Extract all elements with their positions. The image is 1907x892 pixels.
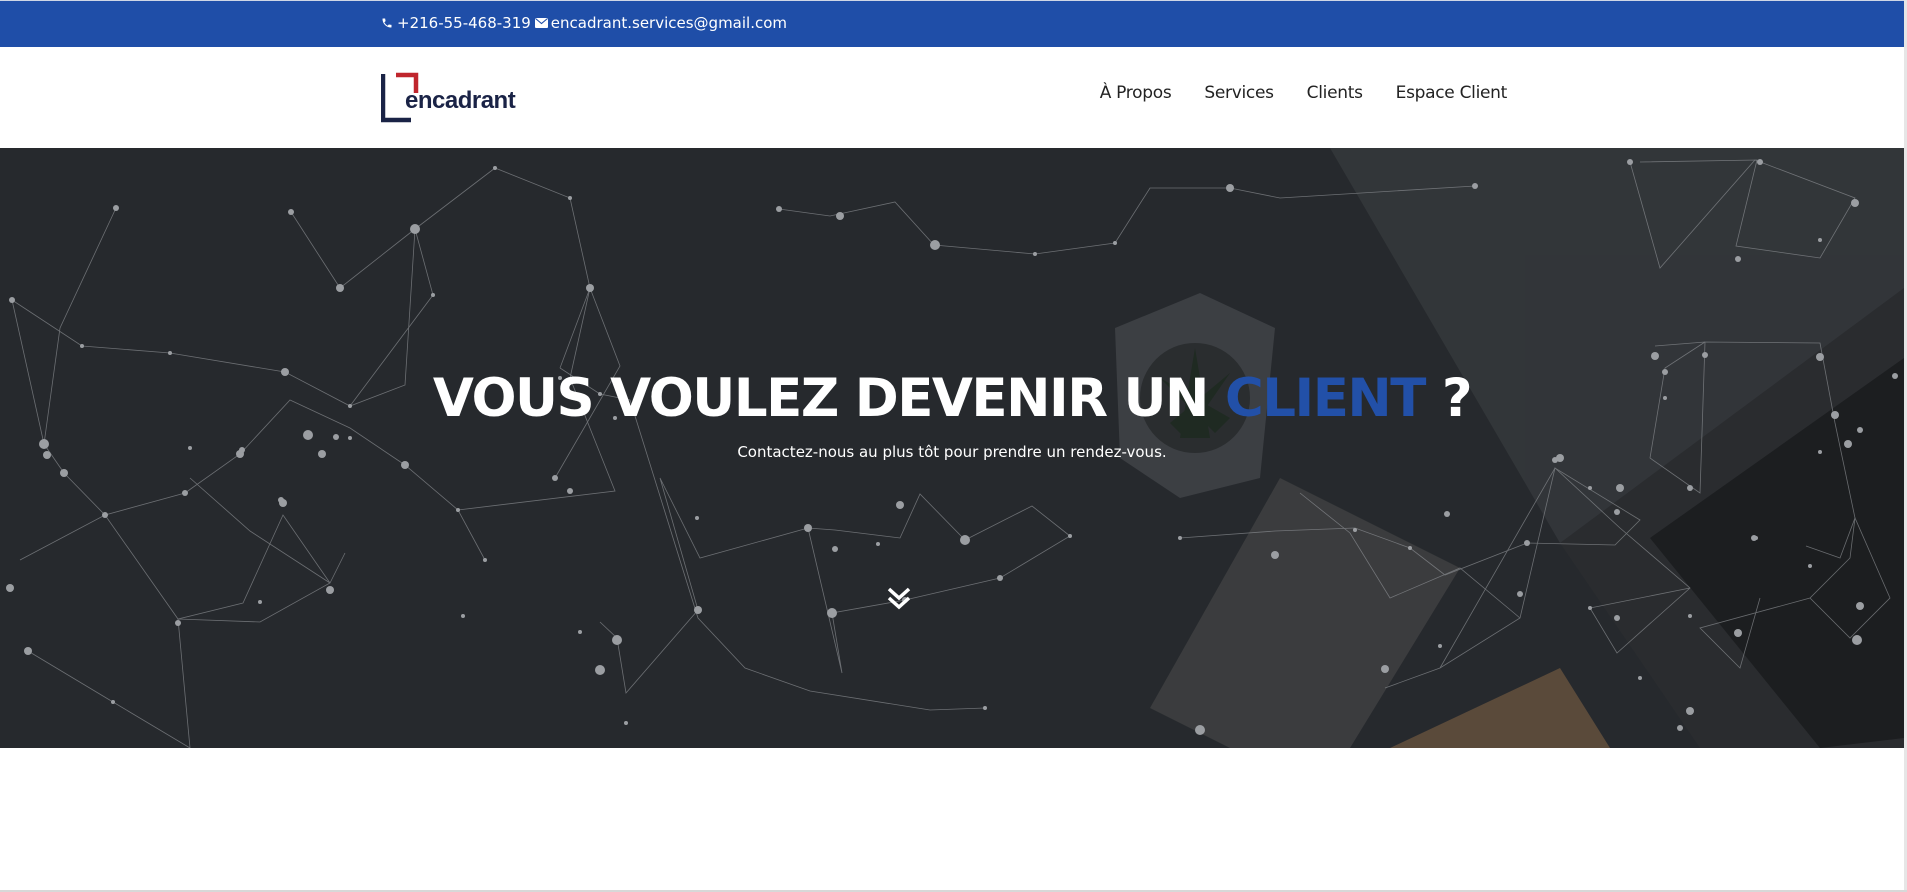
content-area	[0, 748, 1904, 892]
notebook-illustration	[1150, 478, 1610, 748]
top-contact-bar: +216-55-468-319 encadrant.services@gmail…	[0, 0, 1904, 47]
hero-title-main: VOUS VOULEZ DEVENIR UN	[432, 368, 1225, 429]
nav-espace-client[interactable]: Espace Client	[1396, 83, 1508, 103]
hero-title-end: ?	[1424, 368, 1473, 429]
main-nav: À Propos Services Clients Espace Client	[1100, 83, 1508, 103]
contact-info: +216-55-468-319 encadrant.services@gmail…	[381, 14, 787, 32]
logo-wordmark: encadrant	[405, 87, 516, 114]
envelope-icon	[534, 17, 548, 29]
hero-title: VOUS VOULEZ DEVENIR UN CLIENT ?	[0, 368, 1904, 429]
hero-title-accent: CLIENT	[1224, 368, 1427, 429]
nav-a-propos[interactable]: À Propos	[1100, 83, 1172, 103]
nav-clients[interactable]: Clients	[1307, 83, 1363, 103]
hero-subtitle: Contactez-nous au plus tôt pour prendre …	[737, 443, 1167, 461]
site-logo[interactable]: encadrant	[381, 72, 516, 124]
nav-services[interactable]: Services	[1204, 83, 1274, 103]
site-header: encadrant À Propos Services Clients Espa…	[0, 47, 1904, 148]
hero-section: VOUS VOULEZ DEVENIR UN CLIENT ? Contacte…	[0, 148, 1904, 748]
phone-link[interactable]: +216-55-468-319	[397, 14, 531, 32]
email-link[interactable]: encadrant.services@gmail.com	[551, 14, 787, 32]
phone-icon	[381, 17, 393, 29]
double-chevron-down-icon[interactable]	[886, 586, 912, 612]
